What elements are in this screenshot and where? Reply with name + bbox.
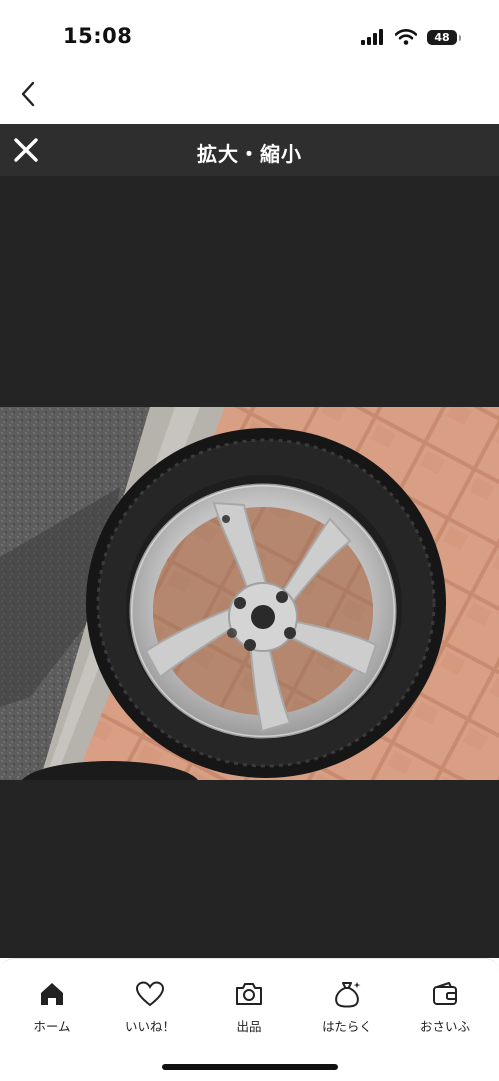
viewer-title: 拡大・縮小: [197, 142, 302, 166]
wallet-icon: [430, 979, 460, 1009]
back-button[interactable]: [10, 76, 46, 112]
tab-likes-label: いいね！: [124, 1019, 175, 1034]
nav-bar: [0, 64, 499, 124]
battery-icon: 48: [427, 29, 461, 45]
tab-work-label: はたらく: [322, 1019, 372, 1034]
home-icon: [37, 979, 67, 1009]
wifi-icon: [395, 29, 417, 45]
chevron-left-icon: [21, 81, 35, 107]
cellular-signal-icon: [361, 29, 383, 45]
tab-wallet[interactable]: おさいふ: [399, 979, 491, 1035]
camera-icon: [234, 979, 264, 1009]
tab-sell[interactable]: 出品: [203, 979, 295, 1035]
product-photo[interactable]: [0, 407, 499, 780]
tab-work[interactable]: はたらく: [301, 979, 393, 1035]
tab-likes[interactable]: いいね！: [104, 979, 196, 1035]
heart-icon: [135, 979, 165, 1009]
status-bar: 15:08 48: [0, 0, 499, 64]
image-viewer: 拡大・縮小: [0, 124, 499, 958]
tab-home[interactable]: ホーム: [6, 979, 98, 1035]
status-time: 15:08: [63, 24, 133, 48]
home-indicator: [162, 1064, 338, 1070]
tire-wheel-image: [0, 407, 499, 780]
bottom-tab-bar: ホーム いいね！ 出品 はたらく おさいふ: [0, 958, 499, 1081]
money-bag-icon: [332, 979, 362, 1009]
tab-home-label: ホーム: [33, 1019, 71, 1034]
tab-wallet-label: おさいふ: [419, 1019, 470, 1034]
viewer-header: 拡大・縮小: [0, 124, 499, 176]
tab-sell-label: 出品: [236, 1019, 262, 1034]
status-icons: 48: [361, 26, 461, 48]
battery-level: 48: [434, 30, 450, 44]
